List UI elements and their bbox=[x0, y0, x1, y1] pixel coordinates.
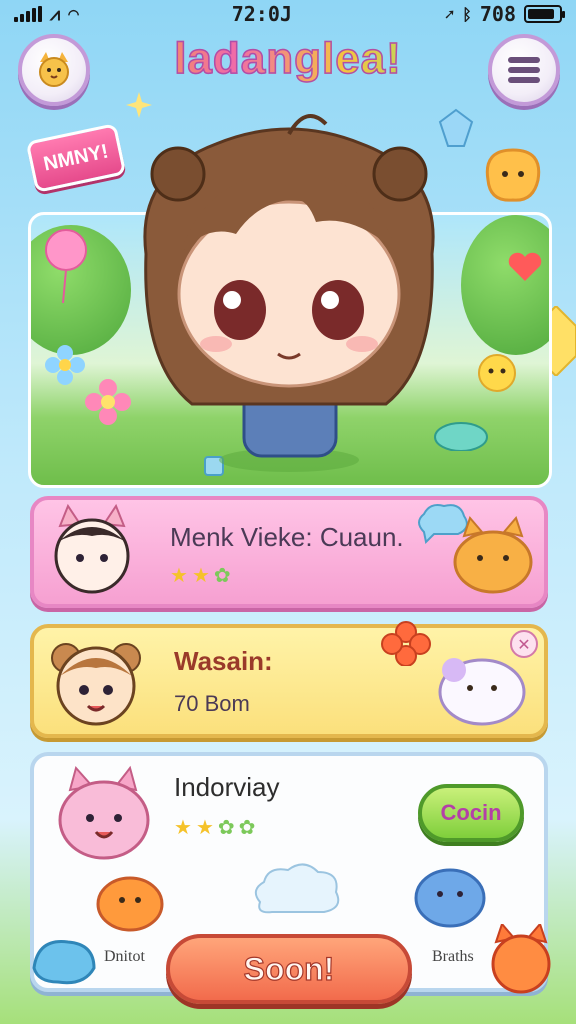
game-title: ladanglea! bbox=[120, 33, 456, 84]
profile-button[interactable] bbox=[18, 34, 90, 106]
card-3-title: Indorviay bbox=[174, 772, 280, 802]
coin-button[interactable]: Cocin bbox=[418, 784, 524, 842]
quest-card-pink[interactable]: Menk Vieke: Cuaun. ★ ★ ✿ bbox=[30, 496, 548, 608]
main-character[interactable] bbox=[116, 104, 462, 474]
cat-avatar-icon bbox=[39, 52, 69, 87]
star-icon: ★ bbox=[191, 563, 210, 587]
blob-friend-icon bbox=[485, 148, 541, 202]
tree-right bbox=[461, 215, 549, 355]
menu-button[interactable] bbox=[488, 34, 560, 106]
cloud-sheep-icon bbox=[254, 863, 340, 914]
close-icon[interactable]: ✕ bbox=[510, 630, 538, 658]
star-icon: ★ bbox=[195, 815, 214, 839]
start-button[interactable]: Soon! bbox=[166, 934, 412, 1004]
battery-percent: 708 bbox=[479, 2, 516, 26]
kitten-avatar-icon bbox=[54, 503, 130, 594]
wifi-icon: ◠ bbox=[68, 3, 79, 25]
battery-icon bbox=[524, 5, 565, 23]
white-unicorn-icon bbox=[438, 658, 526, 726]
card-1-title: Menk Vieke: Cuaun. bbox=[170, 522, 404, 552]
orange-snail-icon bbox=[96, 876, 164, 932]
clover-icon: ✿ bbox=[238, 815, 256, 839]
card-2-subtitle: 70 Bom bbox=[174, 691, 250, 716]
pink-cat-avatar-icon bbox=[58, 765, 150, 860]
menu-icon bbox=[508, 57, 540, 83]
bottom-left-label: Dnitot bbox=[104, 948, 145, 965]
card-1-stars: ★ ★ ✿ bbox=[170, 563, 404, 587]
signal-icon bbox=[14, 6, 42, 22]
quest-card-yellow[interactable]: Wasain: 70 Bom bbox=[30, 621, 548, 738]
clover-icon: ✿ bbox=[217, 815, 235, 839]
status-bar: ⩘ ◠ 72:0J ➚ ᛒ 708 bbox=[0, 0, 576, 28]
chick-icon bbox=[478, 354, 516, 392]
bluetooth-icon: ᛒ bbox=[462, 4, 472, 24]
bear-avatar-icon bbox=[51, 643, 141, 726]
carrier-icon: ⩘ bbox=[50, 3, 61, 25]
red-flower-icon bbox=[381, 621, 431, 666]
blue-fish-icon bbox=[414, 868, 486, 928]
clock: 72:0J bbox=[231, 2, 292, 26]
location-icon: ➚ bbox=[444, 4, 455, 24]
card-2-title: Wasain: bbox=[174, 646, 273, 676]
red-fox-icon bbox=[491, 924, 551, 994]
heart-icon bbox=[508, 252, 542, 281]
flower-blue-icon bbox=[45, 345, 85, 385]
clover-icon: ✿ bbox=[213, 563, 231, 587]
blue-bird-icon bbox=[32, 940, 96, 985]
balloon-friend-icon bbox=[45, 229, 87, 304]
star-icon: ★ bbox=[170, 563, 188, 587]
orange-cat-icon bbox=[453, 516, 533, 594]
new-badge[interactable]: NMNY! bbox=[25, 123, 127, 193]
bottom-right-label: Braths bbox=[432, 948, 474, 965]
card-3-stars: ★ ★ ✿ ✿ bbox=[174, 815, 280, 839]
star-icon: ★ bbox=[174, 815, 192, 839]
